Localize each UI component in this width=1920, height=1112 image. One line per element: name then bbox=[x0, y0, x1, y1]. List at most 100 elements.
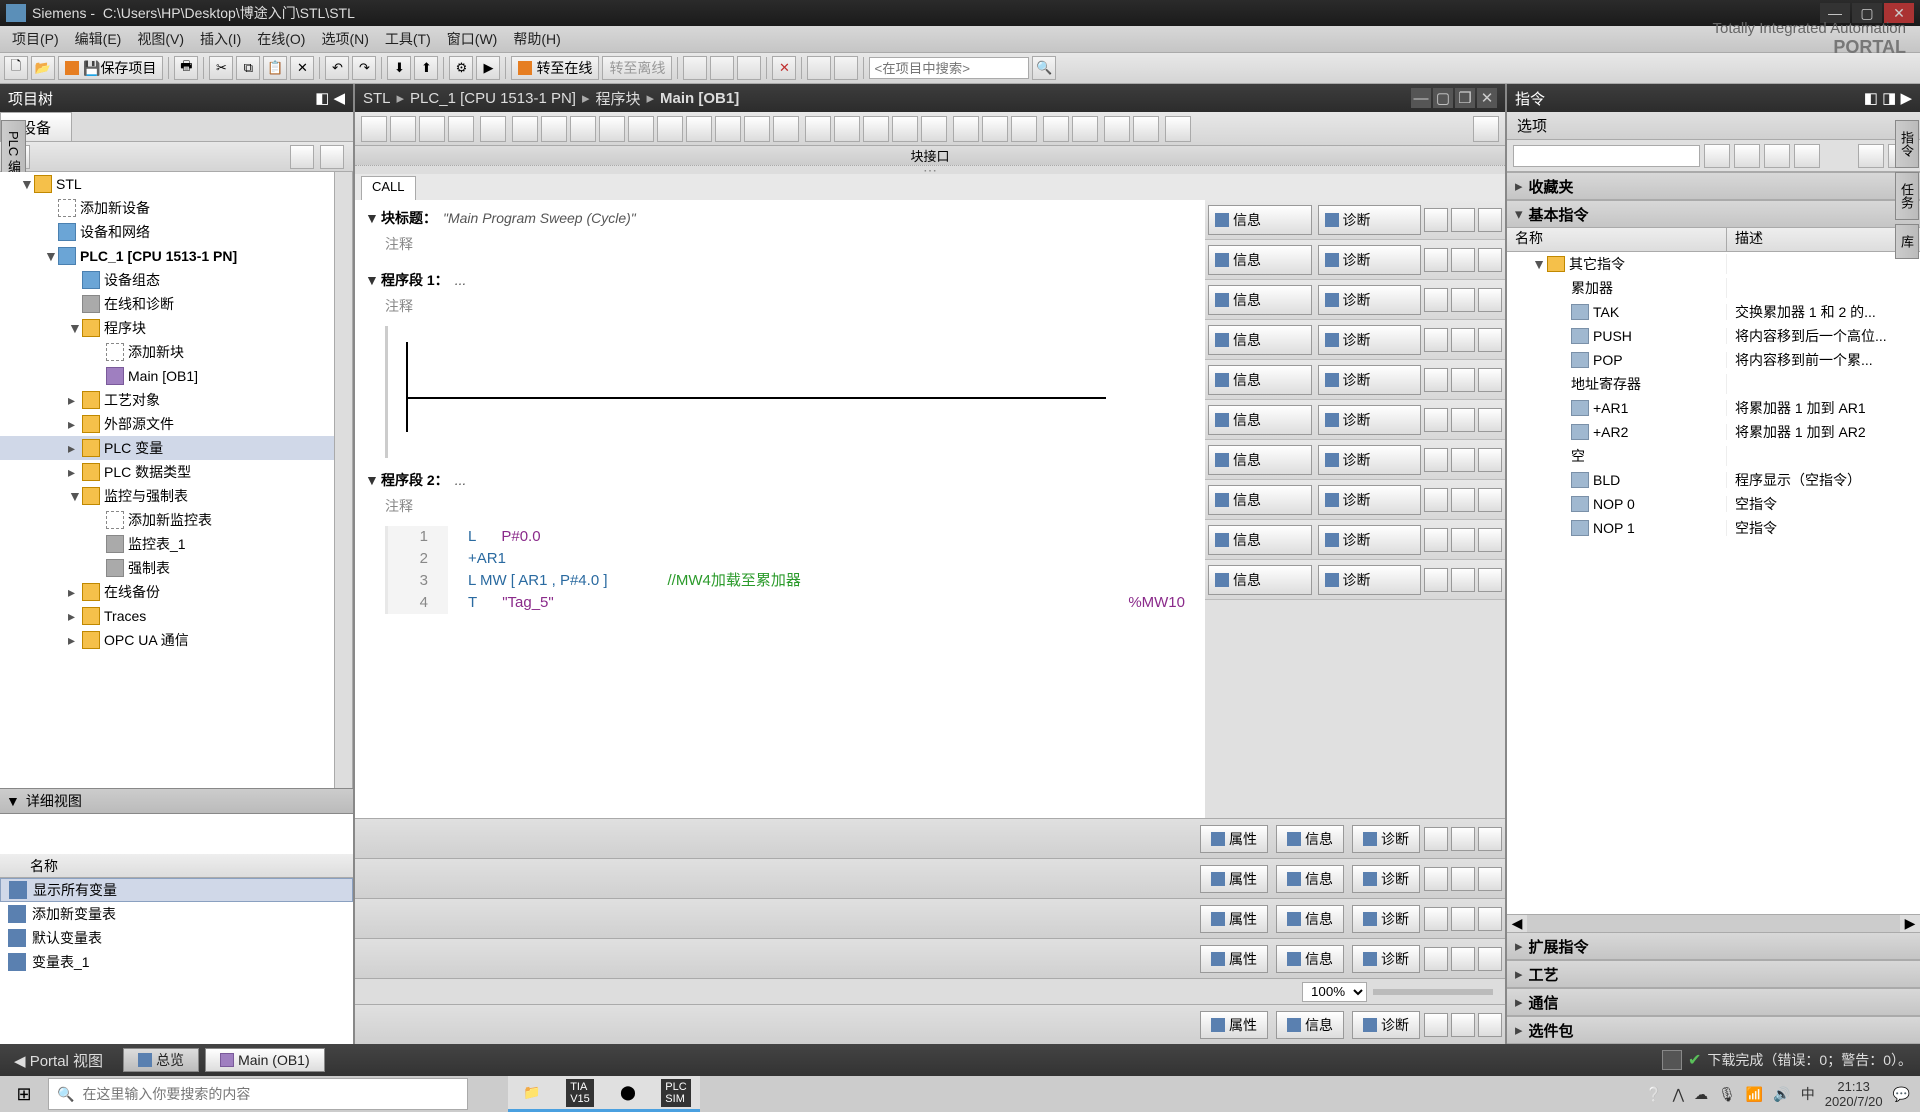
detail-row-table-1[interactable]: 变量表_1 bbox=[0, 950, 353, 974]
menu-options[interactable]: 选项(N) bbox=[313, 29, 376, 49]
simulate-button[interactable]: ▶ bbox=[476, 56, 500, 80]
tray-volume-icon[interactable]: 🔊 bbox=[1773, 1086, 1790, 1103]
inst-pop[interactable]: POP将内容移到前一个累... bbox=[1507, 348, 1920, 372]
cut-button[interactable]: ✂ bbox=[209, 56, 233, 80]
tray-chevron-icon[interactable]: ⋀ bbox=[1673, 1086, 1684, 1103]
taskbar-tia-icon[interactable]: TIAV15 bbox=[556, 1076, 604, 1112]
network-1-body[interactable] bbox=[385, 326, 1205, 458]
tree-traces[interactable]: ▸Traces bbox=[0, 604, 352, 628]
info-button-9[interactable]: 信息 bbox=[1208, 525, 1312, 555]
code-line-1[interactable]: 1 L P#0.0 bbox=[388, 526, 1205, 548]
project-search-input[interactable] bbox=[869, 57, 1029, 79]
info-button-5[interactable]: 信息 bbox=[1208, 365, 1312, 395]
taskbar-explorer-icon[interactable]: 📁 bbox=[508, 1076, 556, 1112]
editor-maximize-button[interactable]: ▢ bbox=[1433, 88, 1453, 108]
info-button-7[interactable]: 信息 bbox=[1208, 445, 1312, 475]
communication-accordion[interactable]: ▸通信 bbox=[1507, 988, 1920, 1016]
copy-button[interactable]: ⧉ bbox=[236, 56, 260, 80]
etb-15[interactable] bbox=[834, 116, 860, 142]
tree-add-watch[interactable]: 添加新监控表 bbox=[0, 508, 352, 532]
tree-scrollbar[interactable] bbox=[334, 172, 352, 788]
diag-button-3[interactable]: 诊断 bbox=[1318, 285, 1422, 315]
zoom-slider[interactable] bbox=[1373, 989, 1493, 995]
upload-button[interactable]: ⬆ bbox=[414, 56, 438, 80]
tree-plc-variables[interactable]: ▸PLC 变量 bbox=[0, 436, 352, 460]
tree-external-sources[interactable]: ▸外部源文件 bbox=[0, 412, 352, 436]
etb-9[interactable] bbox=[628, 116, 654, 142]
tree-add-block[interactable]: 添加新块 bbox=[0, 340, 352, 364]
info-button-b4[interactable]: 信息 bbox=[1276, 945, 1344, 973]
tree-force-table[interactable]: 强制表 bbox=[0, 556, 352, 580]
tree-plc-1[interactable]: ▼PLC_1 [CPU 1513-1 PN] bbox=[0, 244, 352, 268]
print-button[interactable]: 🖶 bbox=[174, 56, 198, 80]
etb-3[interactable] bbox=[419, 116, 445, 142]
info-button-1[interactable]: 信息 bbox=[1208, 205, 1312, 235]
tree-tech-objects[interactable]: ▸工艺对象 bbox=[0, 388, 352, 412]
instructions-search-input[interactable] bbox=[1513, 145, 1700, 167]
portal-view-button[interactable]: ◀ Portal 视图 bbox=[0, 1050, 117, 1071]
etb-17[interactable] bbox=[892, 116, 918, 142]
inst-accumulator[interactable]: 累加器 bbox=[1507, 276, 1920, 300]
diag-button-8[interactable]: 诊断 bbox=[1318, 485, 1422, 515]
project-tree[interactable]: ▼STL 添加新设备 设备和网络 ▼PLC_1 [CPU 1513-1 PN] … bbox=[0, 172, 353, 788]
tb-btn-d[interactable] bbox=[807, 56, 831, 80]
tree-main-ob1[interactable]: Main [OB1] bbox=[0, 364, 352, 388]
collapse-left-icon[interactable]: ◧ ◀ bbox=[315, 89, 345, 107]
favorites-accordion[interactable]: ▸收藏夹 bbox=[1507, 172, 1920, 200]
inst-ar2[interactable]: +AR2将累加器 1 加到 AR2 bbox=[1507, 420, 1920, 444]
save-project-button[interactable]: 💾 保存项目 bbox=[58, 56, 163, 80]
network-1-header[interactable]: ▼ 程序段 1： ... bbox=[355, 266, 1205, 294]
inst-search-btn-1[interactable] bbox=[1704, 144, 1730, 168]
tb-btn-stop[interactable]: ✕ bbox=[772, 56, 796, 80]
tree-watch-force[interactable]: ▼监控与强制表 bbox=[0, 484, 352, 508]
etb-16[interactable] bbox=[863, 116, 889, 142]
etb-13[interactable] bbox=[744, 116, 770, 142]
diag-button-2[interactable]: 诊断 bbox=[1318, 245, 1422, 275]
compile-button[interactable]: ⚙ bbox=[449, 56, 473, 80]
etb-25[interactable] bbox=[1133, 116, 1159, 142]
diag-button-b4[interactable]: 诊断 bbox=[1352, 945, 1420, 973]
etb-22[interactable] bbox=[1043, 116, 1069, 142]
block-comment[interactable]: 注释 bbox=[355, 232, 1205, 256]
diag-button-10[interactable]: 诊断 bbox=[1318, 565, 1422, 595]
overview-tab[interactable]: 总览 bbox=[123, 1048, 199, 1072]
inst-ar1[interactable]: +AR1将累加器 1 加到 AR1 bbox=[1507, 396, 1920, 420]
inst-nop1[interactable]: NOP 1空指令 bbox=[1507, 516, 1920, 540]
diag-mini-1a[interactable] bbox=[1424, 208, 1448, 232]
info-button-8[interactable]: 信息 bbox=[1208, 485, 1312, 515]
taskbar-obs-icon[interactable]: ⬤ bbox=[604, 1076, 652, 1112]
tb-btn-e[interactable] bbox=[834, 56, 858, 80]
etb-18[interactable] bbox=[921, 116, 947, 142]
download-button[interactable]: ⬇ bbox=[387, 56, 411, 80]
info-button-b5[interactable]: 信息 bbox=[1276, 1011, 1344, 1039]
inst-search-btn-4[interactable] bbox=[1794, 144, 1820, 168]
diag-button-b5[interactable]: 诊断 bbox=[1352, 1011, 1420, 1039]
tree-devices-networks[interactable]: 设备和网络 bbox=[0, 220, 352, 244]
diag-button-b2[interactable]: 诊断 bbox=[1352, 865, 1420, 893]
etb-26[interactable] bbox=[1165, 116, 1191, 142]
option-packages-accordion[interactable]: ▸选件包 bbox=[1507, 1016, 1920, 1044]
menu-insert[interactable]: 插入(I) bbox=[192, 29, 249, 49]
etb-settings-button[interactable] bbox=[1473, 116, 1499, 142]
diag-button-4[interactable]: 诊断 bbox=[1318, 325, 1422, 355]
editor-minimize-button[interactable]: — bbox=[1411, 88, 1431, 108]
tb-btn-b[interactable] bbox=[710, 56, 734, 80]
redo-button[interactable]: ↷ bbox=[352, 56, 376, 80]
code-editor[interactable]: ▼ 块标题： "Main Program Sweep (Cycle)" 注释 ▼… bbox=[355, 200, 1205, 818]
etb-7[interactable] bbox=[570, 116, 596, 142]
tree-program-blocks[interactable]: ▼程序块 bbox=[0, 316, 352, 340]
diag-button-1[interactable]: 诊断 bbox=[1318, 205, 1422, 235]
inst-tak[interactable]: TAK交换累加器 1 和 2 的... bbox=[1507, 300, 1920, 324]
inst-search-btn-5[interactable] bbox=[1858, 144, 1884, 168]
tree-opcua[interactable]: ▸OPC UA 通信 bbox=[0, 628, 352, 652]
tree-watch-1[interactable]: 监控表_1 bbox=[0, 532, 352, 556]
technology-accordion[interactable]: ▸工艺 bbox=[1507, 960, 1920, 988]
tray-help-icon[interactable]: ❔ bbox=[1645, 1086, 1662, 1103]
tray-wifi-icon[interactable]: 📶 bbox=[1746, 1086, 1763, 1103]
tray-mic-icon[interactable]: 🎙 bbox=[1718, 1086, 1736, 1103]
detail-row-show-all[interactable]: 显示所有变量 bbox=[0, 878, 353, 902]
search-button[interactable]: 🔍 bbox=[1032, 56, 1056, 80]
etb-5[interactable] bbox=[480, 116, 506, 142]
paste-button[interactable]: 📋 bbox=[263, 56, 287, 80]
properties-button-1[interactable]: 属性 bbox=[1200, 825, 1268, 853]
